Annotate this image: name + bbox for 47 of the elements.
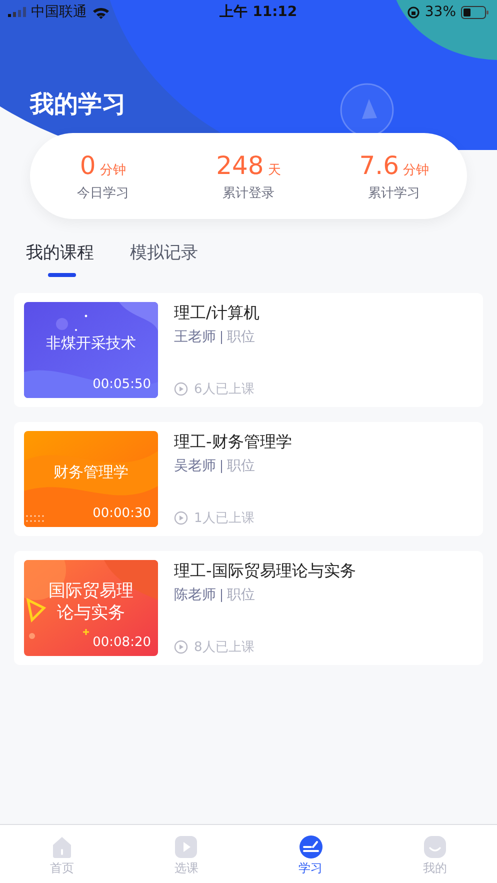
- pen-icon: [298, 835, 323, 859]
- teacher-position: 职位: [227, 457, 255, 475]
- stat-value: 7.6: [359, 150, 400, 180]
- video-duration: 00:08:20: [92, 635, 151, 650]
- course-title: 理工/计算机: [174, 303, 260, 324]
- carrier-name: 中国联通: [31, 3, 87, 21]
- course-card[interactable]: 非煤开采技术 00:05:50 理工/计算机 王老师 职位 6人已上课: [14, 293, 483, 407]
- teacher-position: 职位: [227, 586, 255, 604]
- course-card[interactable]: 财务管理学 00:00:30 理工-财务管理学 吴老师 职位 1人已上课: [14, 422, 483, 536]
- stat-unit: 分钟: [100, 162, 126, 178]
- stat-unit: 分钟: [403, 162, 430, 178]
- course-card[interactable]: 国际贸易理论与实务 00:08:20 理工-国际贸易理论与实务 陈老师 职位 8人已上课: [14, 551, 483, 665]
- course-title: 理工-国际贸易理论与实务: [174, 561, 356, 582]
- learner-count: 1人已上课: [194, 510, 254, 527]
- stat-label: 今日学习: [76, 184, 129, 202]
- video-duration: 00:00:30: [92, 506, 151, 521]
- signal-icon: [8, 7, 26, 17]
- wifi-icon: [92, 6, 110, 18]
- cover-title: 非煤开采技术: [45, 333, 137, 354]
- learner-count: 6人已上课: [194, 381, 254, 398]
- play-circle-icon: [174, 511, 188, 525]
- clock-time: 上午 11:12: [220, 3, 298, 21]
- teacher-name: 王老师: [174, 328, 216, 346]
- tab[interactable]: 我的课程: [26, 241, 94, 277]
- stat-label: 累计登录: [222, 184, 274, 202]
- page-title: 我的学习: [30, 89, 126, 120]
- course-title: 理工-财务管理学: [174, 432, 292, 453]
- stat-value: 0: [80, 150, 96, 180]
- learner-count: 8人已上课: [194, 639, 254, 656]
- cover-title: 财务管理学: [52, 462, 130, 483]
- play-icon: [174, 835, 198, 859]
- smile-icon: [422, 835, 447, 859]
- play-circle-icon: [174, 382, 188, 396]
- nav-tab[interactable]: 学习: [248, 825, 373, 883]
- stat-label: 累计学习: [368, 184, 420, 202]
- stat-unit: 天: [268, 162, 281, 178]
- teacher-name: 陈老师: [174, 586, 216, 604]
- battery-percent: 33%: [424, 4, 456, 20]
- rotation-lock-icon: [406, 6, 420, 18]
- cover-title: 国际贸易理论与实务: [48, 580, 134, 624]
- video-duration: 00:05:50: [92, 377, 151, 392]
- teacher-name: 吴老师: [174, 457, 216, 475]
- tab[interactable]: 模拟记录: [130, 241, 198, 277]
- teacher-position: 职位: [227, 328, 255, 346]
- play-circle-icon: [174, 640, 188, 654]
- battery-icon: [461, 6, 489, 18]
- stat-value: 248: [216, 150, 264, 180]
